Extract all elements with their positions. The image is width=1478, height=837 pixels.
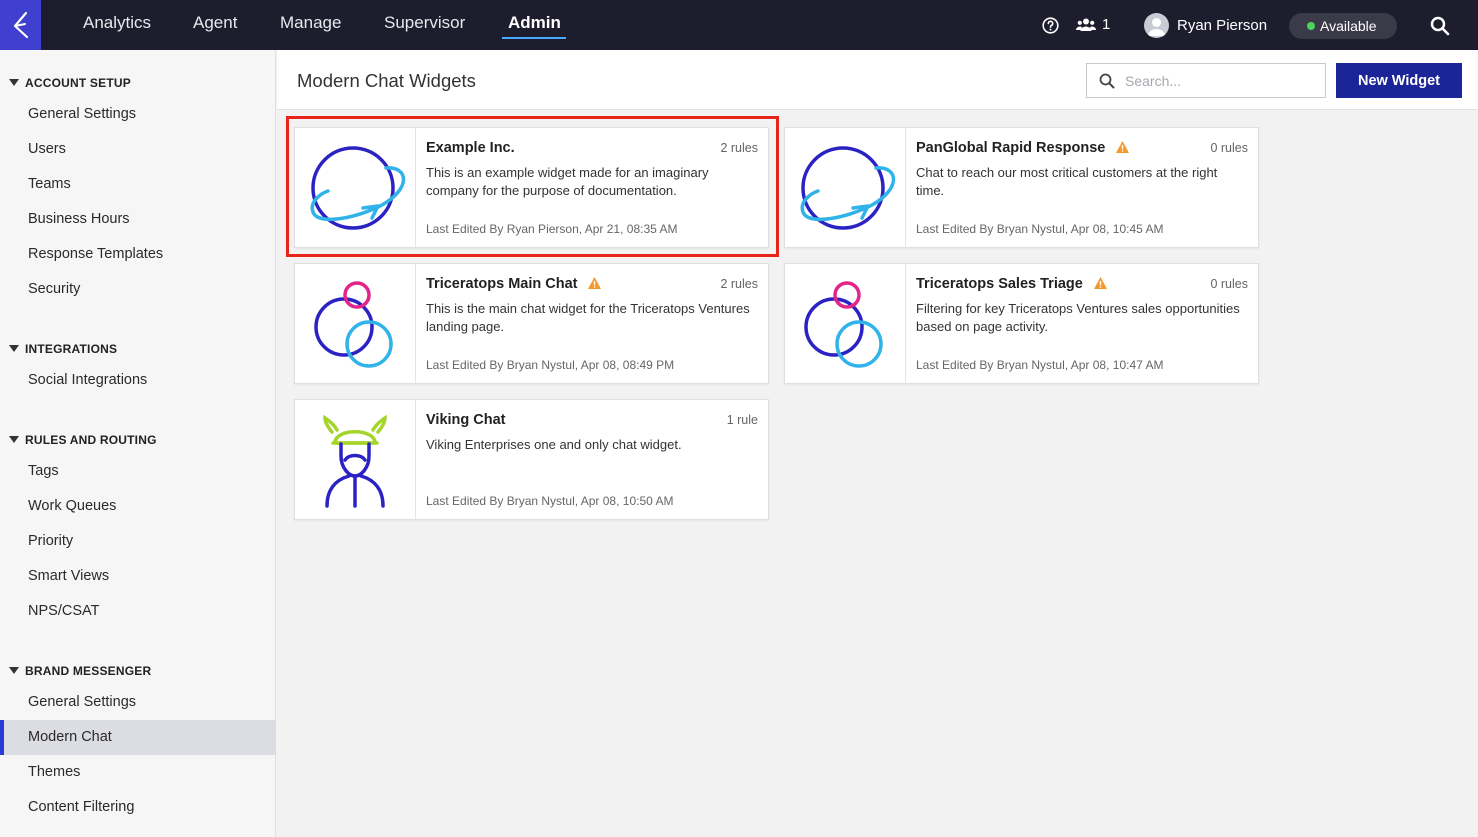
- warning-icon: [588, 277, 602, 289]
- sidebar-item-users[interactable]: Users: [0, 132, 276, 167]
- sidebar-item-modern-chat[interactable]: Modern Chat: [0, 720, 276, 755]
- user-name[interactable]: Ryan Pierson: [1177, 17, 1267, 34]
- widget-description: Filtering for key Triceratops Ventures s…: [916, 301, 1240, 334]
- widget-title: Viking Chat: [426, 412, 506, 428]
- widget-last-edited: Last Edited By Bryan Nystul, Apr 08, 10:…: [426, 494, 674, 508]
- search-icon[interactable]: [1430, 16, 1450, 36]
- warning-icon: [1116, 141, 1130, 153]
- sidebar-item-smart-views[interactable]: Smart Views: [0, 559, 276, 594]
- three-circles-logo-icon: [295, 264, 416, 383]
- nav-tab-analytics[interactable]: Analytics: [83, 0, 151, 50]
- avatar[interactable]: [1144, 13, 1169, 38]
- new-widget-button[interactable]: New Widget: [1336, 63, 1462, 98]
- widget-card-panglobal-rapid-response[interactable]: PanGlobal Rapid Response 0 rules Chat to…: [784, 127, 1259, 248]
- widget-description: This is the main chat widget for the Tri…: [426, 301, 750, 334]
- widget-title: PanGlobal Rapid Response: [916, 140, 1106, 156]
- viking-logo-icon: [295, 400, 416, 519]
- help-icon[interactable]: [1042, 17, 1059, 34]
- nav-tab-agent[interactable]: Agent: [193, 0, 237, 50]
- sidebar-item-response-templates[interactable]: Response Templates: [0, 237, 276, 272]
- widget-rules-count: 2 rules: [720, 277, 758, 291]
- widget-rules-count: 0 rules: [1210, 277, 1248, 291]
- widget-rules-count: 0 rules: [1210, 141, 1248, 155]
- widget-title-row: PanGlobal Rapid Response: [916, 140, 1130, 156]
- team-count: 1: [1102, 16, 1111, 33]
- status-toggle[interactable]: Available: [1289, 13, 1397, 39]
- sidebar-item-priority[interactable]: Priority: [0, 524, 276, 559]
- sidebar-item-security[interactable]: Security: [0, 272, 276, 307]
- widget-description: Viking Enterprises one and only chat wid…: [426, 437, 682, 452]
- warning-icon: [1093, 277, 1107, 289]
- sidebar-item-social-integrations[interactable]: Social Integrations: [0, 363, 276, 398]
- section-brand-messenger[interactable]: BRAND MESSENGER: [9, 664, 151, 678]
- widget-description: Chat to reach our most critical customer…: [916, 165, 1218, 198]
- widget-title-row: Triceratops Sales Triage: [916, 276, 1108, 292]
- widget-title-row: Triceratops Main Chat: [426, 276, 602, 292]
- section-integrations[interactable]: INTEGRATIONS: [9, 342, 117, 356]
- search-input[interactable]: [1125, 64, 1320, 97]
- active-tab-indicator: [502, 37, 566, 39]
- widget-card-viking-chat[interactable]: Viking Chat 1 rule Viking Enterprises on…: [294, 399, 769, 520]
- status-label: Available: [1320, 18, 1377, 34]
- sidebar-item-business-hours[interactable]: Business Hours: [0, 202, 276, 237]
- nav-tab-supervisor[interactable]: Supervisor: [384, 0, 465, 50]
- section-account-setup[interactable]: ACCOUNT SETUP: [9, 76, 131, 90]
- widget-card-triceratops-sales-triage[interactable]: Triceratops Sales Triage 0 rules Filteri…: [784, 263, 1259, 384]
- widget-rules-count: 1 rule: [726, 413, 758, 427]
- top-navigation-bar: Analytics Agent Manage Supervisor Admin …: [0, 0, 1478, 50]
- sidebar: ACCOUNT SETUP General Settings Users Tea…: [0, 50, 276, 837]
- sidebar-item-work-queues[interactable]: Work Queues: [0, 489, 276, 524]
- widget-last-edited: Last Edited By Bryan Nystul, Apr 08, 08:…: [426, 358, 675, 372]
- page-title: Modern Chat Widgets: [297, 70, 476, 91]
- section-rules-and-routing[interactable]: RULES AND ROUTING: [9, 433, 157, 447]
- sidebar-item-brand-general-settings[interactable]: General Settings: [0, 685, 276, 720]
- widget-card-triceratops-main-chat[interactable]: Triceratops Main Chat 2 rules This is th…: [294, 263, 769, 384]
- nav-tab-admin[interactable]: Admin: [508, 0, 561, 50]
- sidebar-item-themes[interactable]: Themes: [0, 755, 276, 790]
- three-circles-logo-icon: [785, 264, 906, 383]
- caret-down-icon: [9, 667, 19, 674]
- widget-last-edited: Last Edited By Bryan Nystul, Apr 08, 10:…: [916, 222, 1164, 236]
- sidebar-item-nps-csat[interactable]: NPS/CSAT: [0, 594, 276, 629]
- widget-last-edited: Last Edited By Bryan Nystul, Apr 08, 10:…: [916, 358, 1164, 372]
- team-icon[interactable]: [1076, 17, 1096, 33]
- caret-down-icon: [9, 345, 19, 352]
- status-dot-icon: [1307, 22, 1315, 30]
- caret-down-icon: [9, 436, 19, 443]
- search-icon: [1099, 73, 1115, 89]
- widget-search-field[interactable]: [1086, 63, 1326, 98]
- widget-title: Triceratops Main Chat: [426, 276, 578, 292]
- caret-down-icon: [9, 79, 19, 86]
- sidebar-item-teams[interactable]: Teams: [0, 167, 276, 202]
- page-header: Modern Chat Widgets New Widget: [277, 50, 1478, 110]
- app-logo-icon[interactable]: [0, 0, 41, 50]
- nav-tab-manage[interactable]: Manage: [280, 0, 341, 50]
- widget-title: Triceratops Sales Triage: [916, 276, 1083, 292]
- sidebar-item-content-filtering[interactable]: Content Filtering: [0, 790, 276, 825]
- sidebar-item-tags[interactable]: Tags: [0, 454, 276, 489]
- sidebar-item-general-settings[interactable]: General Settings: [0, 97, 276, 132]
- planet-arrow-logo-icon: [785, 128, 906, 247]
- selection-highlight: [286, 116, 779, 257]
